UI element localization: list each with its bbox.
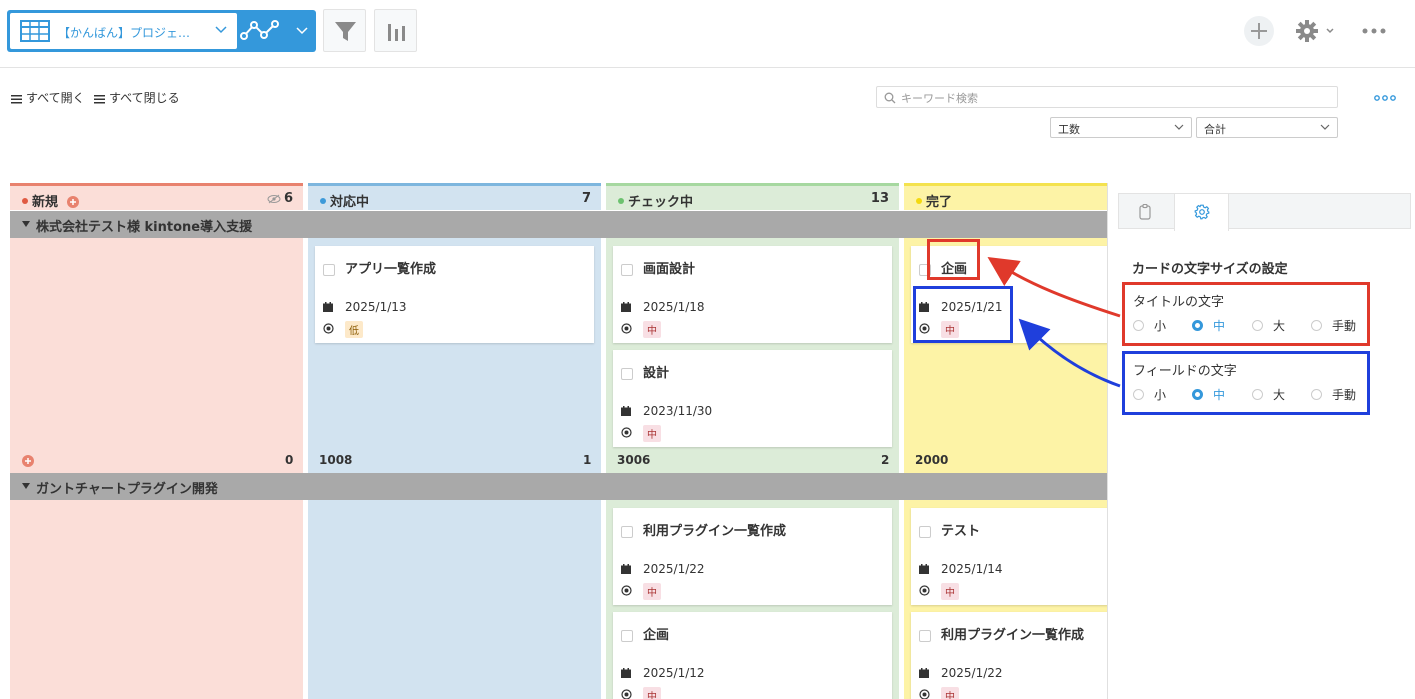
blue-arrow	[1018, 318, 1121, 388]
red-arrow	[987, 257, 1121, 318]
annotation-arrows	[987, 257, 1121, 388]
